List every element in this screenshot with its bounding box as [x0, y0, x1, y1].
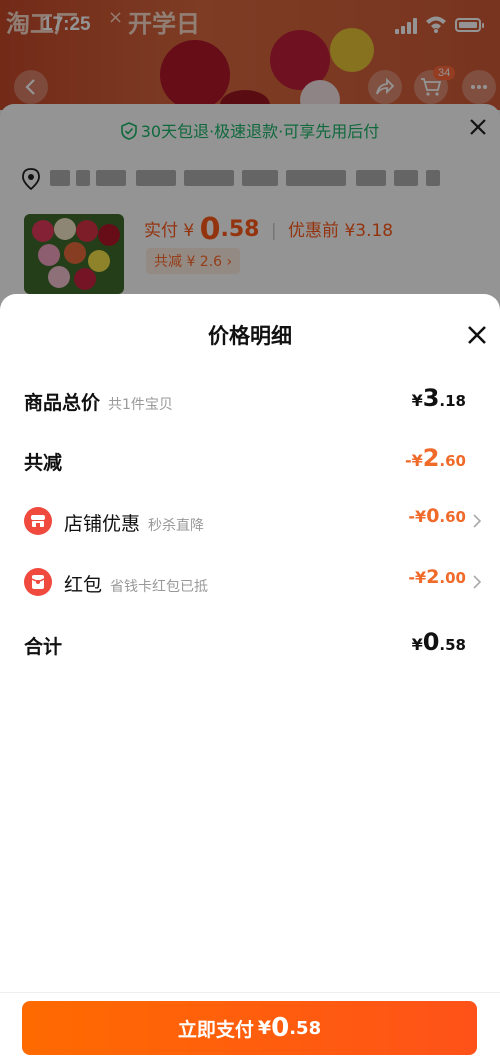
row-shop-discount[interactable]: 店铺优惠 秒杀直降 -¥0.60 [24, 501, 482, 541]
row-total-reduced: 共减 -¥2.60 [24, 440, 476, 480]
row-value: -¥2.00 [408, 566, 466, 588]
pay-int: 0 [271, 1013, 290, 1043]
bottom-bar: 立即支付 ¥ 0.58 [0, 992, 500, 1063]
row-total-price: 商品总价 共1件宝贝 ¥3.18 [24, 380, 476, 420]
row-label: 红包 [64, 574, 103, 596]
pay-label: 立即支付 [177, 1018, 254, 1041]
row-value: ¥0.58 [411, 628, 466, 656]
row-sub: 秒杀直降 [148, 518, 205, 534]
sheet-title: 价格明细 [208, 324, 292, 348]
row-label: 商品总价 [24, 392, 101, 414]
row-sub: 省钱卡红包已抵 [110, 579, 209, 595]
chevron-right-icon [473, 514, 482, 528]
row-value: -¥2.60 [404, 444, 466, 472]
red-packet-icon [24, 568, 52, 596]
pay-dec: .58 [289, 1017, 322, 1039]
close-icon[interactable] [464, 322, 490, 348]
price-detail-sheet: 价格明细 商品总价 共1件宝贝 ¥3.18 共减 -¥2.60 店铺优惠秒杀直降… [0, 294, 500, 1063]
shop-icon [24, 507, 52, 535]
row-label: 店铺优惠 [64, 513, 141, 535]
row-label: 共减 [24, 452, 63, 474]
row-value: -¥0.60 [408, 505, 466, 527]
row-label: 合计 [24, 636, 63, 658]
row-sub: 共1件宝贝 [108, 397, 173, 413]
pay-currency: ¥ [257, 1017, 272, 1039]
row-value: ¥3.18 [411, 384, 466, 412]
chevron-right-icon [473, 575, 482, 589]
pay-now-button[interactable]: 立即支付 ¥ 0.58 [22, 1001, 477, 1055]
row-red-packet[interactable]: 红包 省钱卡红包已抵 -¥2.00 [24, 562, 482, 602]
row-sum: 合计 ¥0.58 [24, 624, 476, 664]
